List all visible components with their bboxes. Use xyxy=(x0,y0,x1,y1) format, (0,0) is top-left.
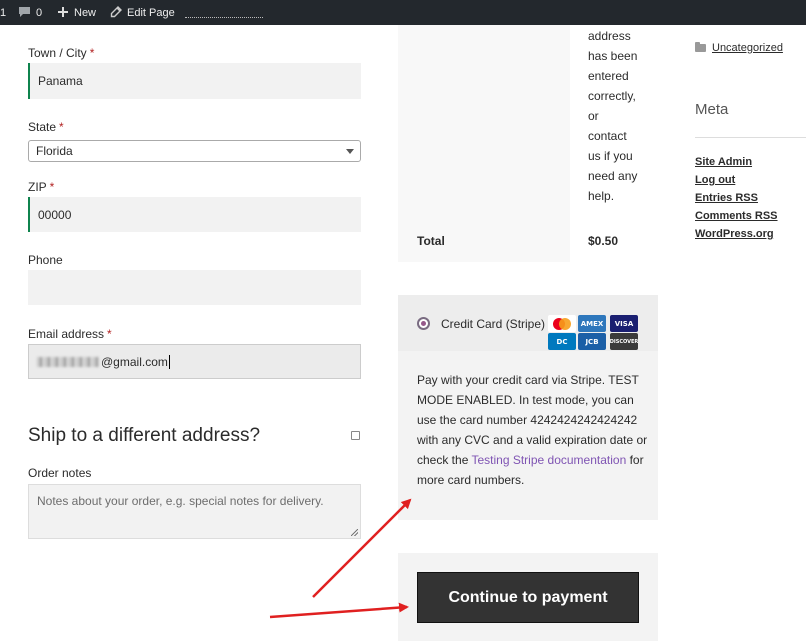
order-notes-label: Order notes xyxy=(28,466,92,480)
meta-link-item: Log out xyxy=(695,174,778,192)
payment-method-header: Credit Card (Stripe) AMEX VISA DC JCB DISCOV… xyxy=(398,295,658,351)
uncategorized-link[interactable]: Uncategorized xyxy=(712,42,783,54)
mastercard-icon xyxy=(548,315,576,332)
admin-bar-edit-page[interactable]: Edit Page xyxy=(110,0,175,25)
continue-to-payment-button[interactable]: Continue to payment xyxy=(417,572,639,623)
amex-icon: AMEX xyxy=(578,315,606,332)
shipping-note-line: entered xyxy=(588,69,629,83)
visa-icon: VISA xyxy=(610,315,638,332)
meta-widget-title: Meta xyxy=(695,101,729,118)
plus-icon xyxy=(57,6,69,20)
shipping-note-line: us if you xyxy=(588,149,633,163)
shipping-note-line: need any xyxy=(588,169,638,183)
sidebar-category-item[interactable]: Uncategorized xyxy=(695,42,783,54)
edit-page-label: Edit Page xyxy=(127,6,175,19)
state-label: State * xyxy=(28,120,64,134)
meta-link-item: Comments RSS xyxy=(695,210,778,228)
ship-different-address-heading: Ship to a different address? xyxy=(28,425,261,446)
shipping-note-line: has been xyxy=(588,49,638,63)
meta-link[interactable]: Entries RSS xyxy=(695,192,758,204)
shipping-note-line: contact xyxy=(588,129,627,143)
phone-input[interactable] xyxy=(28,270,361,305)
discover-icon: DISCOVER xyxy=(610,333,638,350)
admin-bar-comments[interactable]: 0 xyxy=(18,0,42,25)
meta-link[interactable]: WordPress.org xyxy=(695,228,774,240)
payment-description: Pay with your credit card via Stripe. TE… xyxy=(417,373,648,487)
ship-different-address-checkbox[interactable] xyxy=(351,431,360,440)
meta-links: Site Admin Log out Entries RSS Comments RSS… xyxy=(695,156,778,246)
total-value: $0.50 xyxy=(588,234,619,248)
phone-label: Phone xyxy=(28,253,63,267)
new-label: New xyxy=(74,6,97,19)
meta-link-item: WordPress.org xyxy=(695,228,778,246)
town-city-label: Town / City * xyxy=(28,46,95,60)
comment-icon xyxy=(18,6,31,20)
zip-label: ZIP * xyxy=(28,180,55,194)
arrow-to-continue-button xyxy=(269,602,409,619)
shipping-note-line: address xyxy=(588,29,631,43)
folder-icon xyxy=(695,42,706,52)
zip-input[interactable]: 00000 xyxy=(28,197,361,232)
chevron-down-icon xyxy=(346,149,354,154)
state-select[interactable]: Florida xyxy=(28,140,361,162)
meta-link[interactable]: Site Admin xyxy=(695,156,752,168)
shipping-note-line: or xyxy=(588,109,599,123)
testing-stripe-documentation-link[interactable]: Testing Stripe documentation xyxy=(471,453,626,467)
total-label: Total xyxy=(417,234,445,248)
admin-bar: 1 0 New Edit Page xyxy=(0,0,806,25)
jcb-icon: JCB xyxy=(578,333,606,350)
email-input[interactable]: @gmail.com xyxy=(28,344,361,379)
order-notes-textarea[interactable]: Notes about your order, e.g. special not… xyxy=(28,484,361,539)
email-label: Email address * xyxy=(28,327,112,341)
shipping-note-line: correctly, xyxy=(588,89,636,103)
meta-link[interactable]: Log out xyxy=(695,174,735,186)
stripe-method-label[interactable]: Credit Card (Stripe) xyxy=(441,317,545,331)
meta-link[interactable]: Comments RSS xyxy=(695,210,778,222)
payment-methods: Credit Card (Stripe) AMEX VISA DC JCB DISCOV… xyxy=(398,295,658,520)
admin-bar-new[interactable]: New xyxy=(57,0,96,25)
diners-icon: DC xyxy=(548,333,576,350)
admin-bar-divider xyxy=(185,17,263,18)
town-city-input[interactable]: Panama xyxy=(28,63,361,99)
redacted-text xyxy=(37,356,99,367)
resize-handle-icon[interactable] xyxy=(351,529,358,536)
comments-count: 0 xyxy=(36,6,43,19)
shipping-note-line: help. xyxy=(588,189,615,203)
meta-link-item: Entries RSS xyxy=(695,192,778,210)
meta-link-item: Site Admin xyxy=(695,156,778,174)
stripe-radio[interactable] xyxy=(417,317,430,330)
meta-divider xyxy=(695,137,806,138)
text-cursor xyxy=(168,354,170,369)
admin-bar-site-item[interactable]: 1 xyxy=(0,0,6,25)
site-number: 1 xyxy=(0,6,7,19)
pencil-icon xyxy=(110,5,122,20)
